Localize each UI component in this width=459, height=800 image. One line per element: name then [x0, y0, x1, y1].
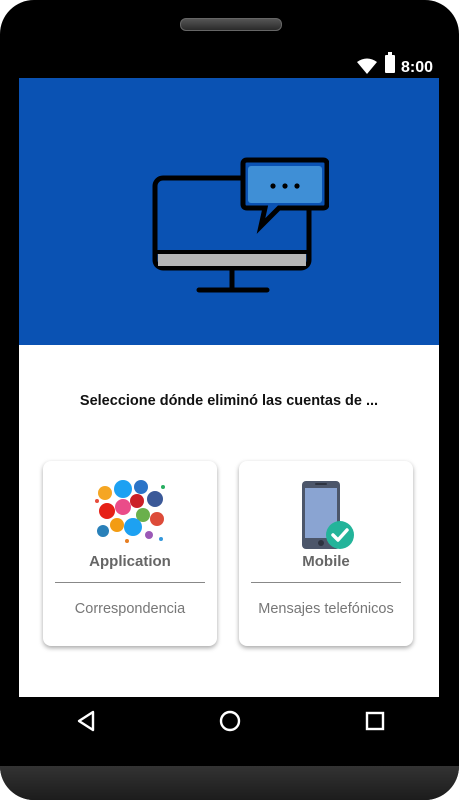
phone-frame: 8:00 Seleccione dónde eliminó las cuenta…: [0, 0, 459, 800]
speaker-grille: [180, 18, 282, 31]
option-subtitle: Mensajes telefónicos: [258, 601, 394, 617]
navigation-bar: [19, 697, 439, 751]
status-time: 8:00: [400, 59, 433, 76]
wifi-icon: [357, 58, 377, 74]
option-subtitle: Correspondencia: [74, 601, 186, 617]
divider: [55, 582, 205, 583]
social-apps-icon: [95, 480, 165, 543]
monitor-chat-icon: [152, 157, 329, 293]
divider: [251, 582, 401, 583]
recents-icon[interactable]: [363, 709, 387, 733]
home-icon[interactable]: [218, 709, 242, 733]
status-bar: 8:00: [19, 52, 439, 78]
hero-banner: [19, 78, 439, 345]
app-screen: Seleccione dónde eliminó las cuentas de …: [19, 78, 439, 697]
bottom-bezel: [0, 766, 459, 800]
option-card-application[interactable]: Application Correspondencia: [43, 461, 217, 646]
phone-check-icon: [302, 481, 354, 549]
option-title: Mobile: [302, 553, 350, 570]
selection-prompt: Seleccione dónde eliminó las cuentas de …: [79, 393, 379, 409]
option-title: Application: [89, 553, 171, 570]
option-card-mobile[interactable]: Mobile Mensajes telefónicos: [239, 461, 413, 646]
back-icon[interactable]: [75, 709, 97, 733]
battery-icon: [385, 52, 395, 73]
